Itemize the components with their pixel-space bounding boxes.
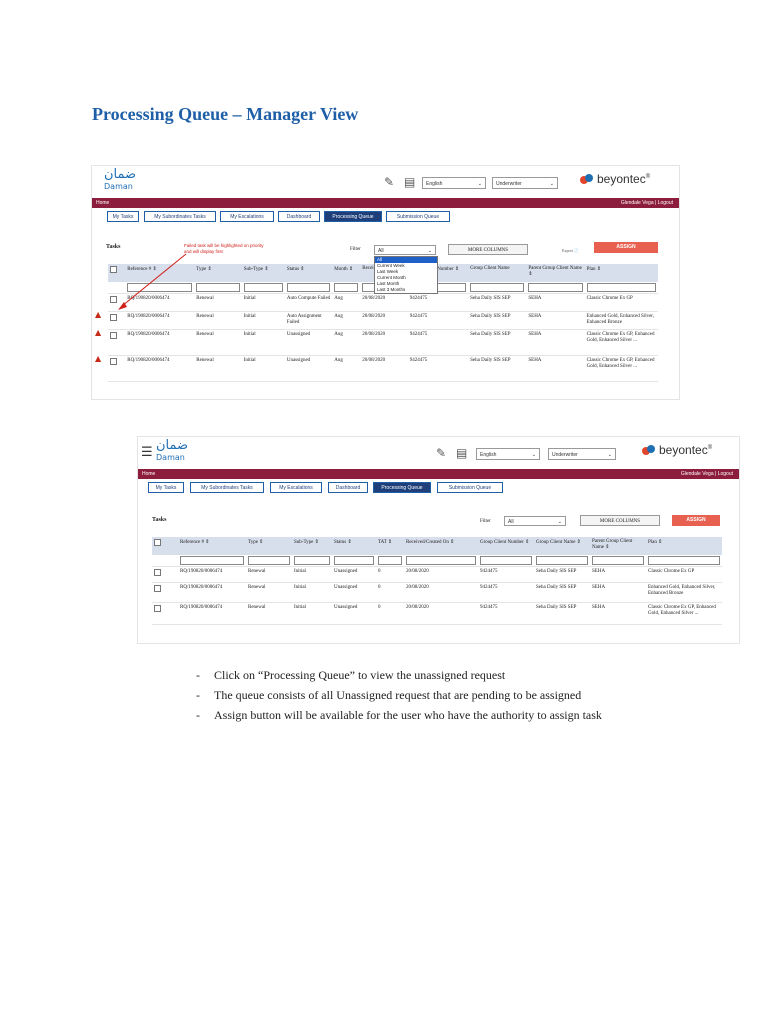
row-checkbox[interactable] bbox=[154, 585, 161, 592]
column-header[interactable]: Reference # ⇕ bbox=[178, 537, 246, 555]
column-filter-input[interactable] bbox=[592, 556, 644, 565]
chevron-down-icon: ⌄ bbox=[531, 452, 536, 458]
column-filter-input[interactable] bbox=[536, 556, 588, 565]
cell-plan: Classic Chrome Ex GP bbox=[646, 566, 722, 583]
column-header[interactable]: Group Client Number ⇕ bbox=[478, 537, 534, 555]
logo-english: Daman bbox=[156, 453, 185, 462]
screenshot-manager-view-queue: ☰ ضمان Daman ✎ ▤ English ⌄ Underwriter ⌄ b… bbox=[137, 436, 740, 644]
tab-my-tasks[interactable]: My Tasks bbox=[148, 482, 184, 493]
menu-icon[interactable]: ☰ bbox=[141, 445, 153, 460]
document-title: Processing Queue – Manager View bbox=[92, 104, 359, 124]
tab-processing-queue[interactable]: Processing Queue bbox=[373, 482, 431, 493]
tasks-table: Reference # ⇕ Type ⇕ Sub-Type ⇕ Status ⇕… bbox=[152, 537, 722, 625]
language-select[interactable]: English ⌄ bbox=[476, 448, 540, 460]
cell-status: Unassigned bbox=[332, 582, 376, 603]
select-all-checkbox[interactable] bbox=[154, 539, 161, 546]
user-logout[interactable]: Glendale Vega | Logout bbox=[681, 471, 733, 477]
cell-group-client-number: 9424475 bbox=[478, 582, 534, 603]
tab-my-subordinates-tasks[interactable]: My Subordinates Tasks bbox=[190, 482, 264, 493]
cell-type: Renewal bbox=[246, 582, 292, 603]
home-link[interactable]: Home bbox=[142, 471, 155, 477]
column-header[interactable]: Status ⇕ bbox=[332, 537, 376, 555]
more-columns-button[interactable]: MORE COLUMNS bbox=[580, 515, 660, 526]
notes-icon[interactable]: ✎ bbox=[436, 446, 446, 460]
filter-select[interactable]: All ⌄ bbox=[504, 516, 566, 526]
row-checkbox[interactable] bbox=[154, 605, 161, 612]
cell-received: 20/08/2020 bbox=[404, 602, 478, 625]
cell-subtype: Initial bbox=[292, 566, 332, 583]
cell-plan: Enhanced Gold, Enhanced Silver, Enhanced… bbox=[646, 582, 722, 603]
column-filter-input[interactable] bbox=[294, 556, 330, 565]
cell-reference: RQ/190820/0006474 bbox=[178, 602, 246, 625]
logo-arabic: ضمان bbox=[156, 438, 189, 453]
chevron-down-icon: ⌄ bbox=[557, 519, 562, 525]
instruction-item: Assign button will be available for the … bbox=[196, 705, 602, 725]
column-filter-input[interactable] bbox=[334, 556, 374, 565]
beyontec-mark-icon bbox=[642, 444, 656, 457]
column-filter-input[interactable] bbox=[648, 556, 720, 565]
table-row[interactable]: RQ/190820/0006474 Renewal Initial Unassi… bbox=[152, 566, 722, 583]
app-header: ☰ ضمان Daman ✎ ▤ English ⌄ Underwriter ⌄ b… bbox=[138, 437, 739, 469]
column-filter-input[interactable] bbox=[378, 556, 402, 565]
cell-group-client-name: Seha Daily SIS SEP bbox=[534, 566, 590, 583]
tab-my-escalations[interactable]: My Escalations bbox=[270, 482, 322, 493]
instruction-item: Click on “Processing Queue” to view the … bbox=[196, 665, 602, 685]
cell-tat: 0 bbox=[376, 582, 404, 603]
cell-received: 20/08/2020 bbox=[404, 582, 478, 603]
cell-subtype: Initial bbox=[292, 582, 332, 603]
cell-subtype: Initial bbox=[292, 602, 332, 625]
cell-received: 20/08/2020 bbox=[404, 566, 478, 583]
tasks-heading: Tasks bbox=[152, 517, 167, 523]
tab-submission-queue[interactable]: Submission Queue bbox=[437, 482, 503, 493]
instruction-list: Click on “Processing Queue” to view the … bbox=[196, 665, 602, 725]
instruction-item: The queue consists of all Unassigned req… bbox=[196, 685, 602, 705]
annotation-arrow-icon bbox=[118, 253, 187, 310]
cell-plan: Classic Chrome Ex GP, Enhanced Gold, Enh… bbox=[646, 602, 722, 625]
beyontec-logo: beyontec® bbox=[642, 443, 712, 457]
assign-button[interactable]: ASSIGN bbox=[672, 515, 720, 526]
tasks-icon[interactable]: ▤ bbox=[456, 446, 467, 460]
column-filter-row bbox=[152, 555, 722, 567]
chevron-down-icon: ⌄ bbox=[607, 452, 612, 458]
cell-parent-group: SEHA bbox=[590, 566, 646, 583]
cell-parent-group: SEHA bbox=[590, 582, 646, 603]
cell-tat: 0 bbox=[376, 566, 404, 583]
tab-bar: My Tasks My Subordinates Tasks My Escala… bbox=[138, 479, 739, 495]
column-header[interactable]: Group Client Name ⇕ bbox=[534, 537, 590, 555]
cell-type: Renewal bbox=[246, 566, 292, 583]
cell-status: Unassigned bbox=[332, 566, 376, 583]
tab-dashboard[interactable]: Dashboard bbox=[328, 482, 368, 493]
column-header[interactable]: Received/Created On ⇕ bbox=[404, 537, 478, 555]
row-checkbox[interactable] bbox=[154, 569, 161, 576]
column-header[interactable]: Type ⇕ bbox=[246, 537, 292, 555]
column-header[interactable]: Parent Group Client Name ⇕ bbox=[590, 537, 646, 555]
cell-group-client-name: Seha Daily SIS SEP bbox=[534, 602, 590, 625]
daman-logo: ضمان Daman bbox=[156, 438, 189, 463]
cell-group-client-name: Seha Daily SIS SEP bbox=[534, 582, 590, 603]
cell-reference: RQ/190820/0006474 bbox=[178, 582, 246, 603]
column-filter-input[interactable] bbox=[406, 556, 476, 565]
screenshot-manager-view-filter: ضمان Daman ✎ ▤ English ⌄ Underwriter ⌄ bey… bbox=[91, 165, 680, 400]
table-row[interactable]: RQ/190820/0006474 Renewal Initial Unassi… bbox=[152, 582, 722, 603]
column-header[interactable]: TAT ⇕ bbox=[376, 537, 404, 555]
cell-group-client-number: 9424475 bbox=[478, 602, 534, 625]
cell-status: Unassigned bbox=[332, 602, 376, 625]
cell-type: Renewal bbox=[246, 602, 292, 625]
cell-tat: 0 bbox=[376, 602, 404, 625]
cell-reference: RQ/190820/0006474 bbox=[178, 566, 246, 583]
table-header-row: Reference # ⇕ Type ⇕ Sub-Type ⇕ Status ⇕… bbox=[152, 537, 722, 555]
column-filter-input[interactable] bbox=[180, 556, 244, 565]
column-filter-input[interactable] bbox=[248, 556, 290, 565]
filter-label: Filter bbox=[480, 519, 491, 524]
column-filter-input[interactable] bbox=[480, 556, 532, 565]
nav-bar: Home Glendale Vega | Logout bbox=[138, 469, 739, 479]
column-header[interactable]: Sub-Type ⇕ bbox=[292, 537, 332, 555]
role-select[interactable]: Underwriter ⌄ bbox=[548, 448, 616, 460]
column-header[interactable]: Plan ⇕ bbox=[646, 537, 722, 555]
cell-group-client-number: 9424475 bbox=[478, 566, 534, 583]
cell-parent-group: SEHA bbox=[590, 602, 646, 625]
table-row[interactable]: RQ/190820/0006474 Renewal Initial Unassi… bbox=[152, 602, 722, 625]
